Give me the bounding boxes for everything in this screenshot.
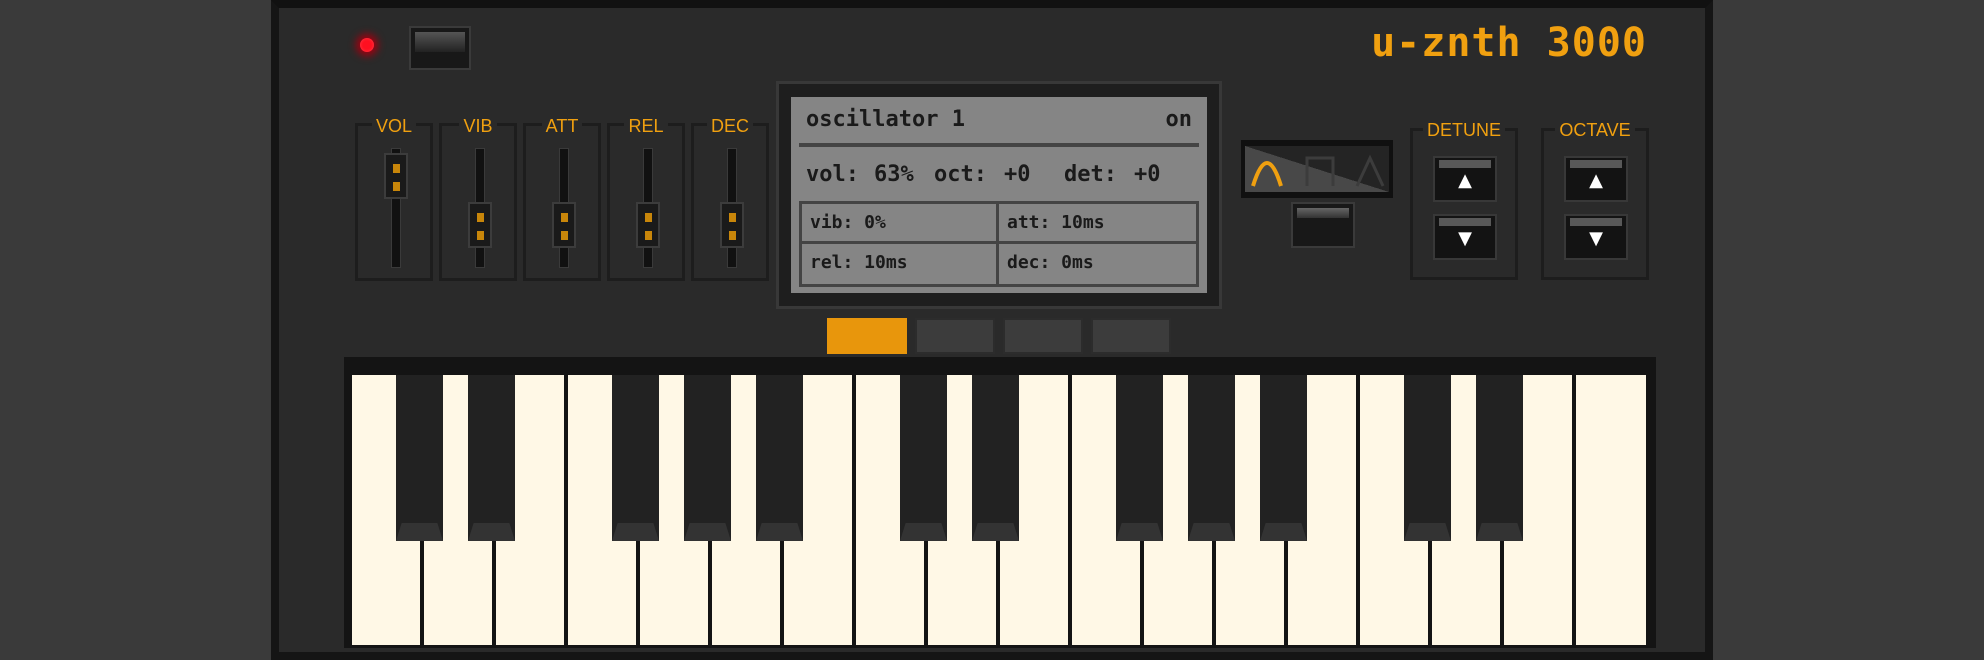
black-key[interactable]	[1116, 375, 1163, 541]
black-key[interactable]	[1188, 375, 1235, 541]
rel-slider-group: REL	[607, 116, 685, 281]
display-oct-label: oct:	[934, 162, 987, 187]
display-det-value: +0	[1134, 162, 1161, 187]
display-det-label: det:	[1064, 162, 1117, 187]
display-divider	[799, 143, 1199, 147]
display-state: on	[1165, 107, 1193, 132]
power-button[interactable]	[409, 26, 471, 70]
octave-down-button[interactable]: ▼	[1564, 214, 1628, 260]
waveform-icons	[1251, 154, 1385, 187]
vib-slider-thumb[interactable]	[468, 202, 492, 248]
vol-slider-group: VOL	[355, 116, 433, 281]
black-key[interactable]	[468, 375, 515, 541]
black-key[interactable]	[900, 375, 947, 541]
att-slider-label: ATT	[541, 116, 583, 136]
power-led-icon	[360, 38, 374, 52]
dec-slider-thumb[interactable]	[720, 202, 744, 248]
octave-label: OCTAVE	[1555, 120, 1635, 140]
dec-slider-label: DEC	[706, 116, 753, 136]
black-key[interactable]	[756, 375, 803, 541]
att-slider-group: ATT	[523, 116, 601, 281]
display-title: oscillator 1	[806, 107, 965, 132]
brand-title: u-znth 3000	[1371, 20, 1647, 66]
synth-body: u-znth 3000 VOL VIB ATT REL DEC oscillat…	[271, 0, 1713, 660]
dec-slider-group: DEC	[691, 116, 769, 281]
display-param-grid: vib: 0% att: 10ms rel: 10ms dec: 0ms	[799, 201, 1199, 287]
vib-slider-group: VIB	[439, 116, 517, 281]
display-vol-label: vol:	[806, 162, 859, 187]
display-rel: rel: 10ms	[802, 244, 999, 284]
black-key[interactable]	[1260, 375, 1307, 541]
black-key[interactable]	[972, 375, 1019, 541]
black-key[interactable]	[396, 375, 443, 541]
vol-slider-label: VOL	[371, 116, 417, 136]
octave-group: OCTAVE ▲ ▼	[1541, 120, 1649, 280]
lcd-display: oscillator 1 on vol: 63% oct: +0 det: +0…	[791, 97, 1207, 293]
black-key[interactable]	[1404, 375, 1451, 541]
display-dec: dec: 0ms	[1007, 252, 1094, 273]
oscillator-tab-4[interactable]	[1091, 318, 1171, 354]
oscillator-tab-1[interactable]	[827, 318, 907, 354]
detune-down-button[interactable]: ▼	[1433, 214, 1497, 260]
detune-group: DETUNE ▲ ▼	[1410, 120, 1518, 280]
black-key[interactable]	[684, 375, 731, 541]
waveform-button[interactable]	[1291, 202, 1355, 248]
waveform-selector[interactable]	[1241, 140, 1393, 198]
square-wave-icon	[1305, 156, 1335, 186]
display-vol-value: 63%	[874, 162, 914, 187]
detune-label: DETUNE	[1422, 120, 1505, 140]
detune-up-button[interactable]: ▲	[1433, 156, 1497, 202]
octave-up-button[interactable]: ▲	[1564, 156, 1628, 202]
oscillator-tab-3[interactable]	[1003, 318, 1083, 354]
black-key[interactable]	[612, 375, 659, 541]
keyboard	[344, 357, 1656, 648]
sine-wave-icon	[1251, 161, 1283, 187]
display-frame: oscillator 1 on vol: 63% oct: +0 det: +0…	[776, 81, 1222, 309]
display-vib: vib: 0%	[802, 204, 999, 244]
rel-slider-label: REL	[624, 116, 668, 136]
att-slider-thumb[interactable]	[552, 202, 576, 248]
oscillator-tab-2[interactable]	[915, 318, 995, 354]
display-oct-value: +0	[1004, 162, 1031, 187]
white-key[interactable]	[1576, 375, 1646, 645]
black-key[interactable]	[1476, 375, 1523, 541]
rel-slider-thumb[interactable]	[636, 202, 660, 248]
triangle-wave-icon	[1355, 154, 1385, 187]
display-att: att: 10ms	[999, 204, 1196, 244]
vol-slider-thumb[interactable]	[384, 152, 408, 199]
vib-slider-label: VIB	[459, 116, 497, 136]
